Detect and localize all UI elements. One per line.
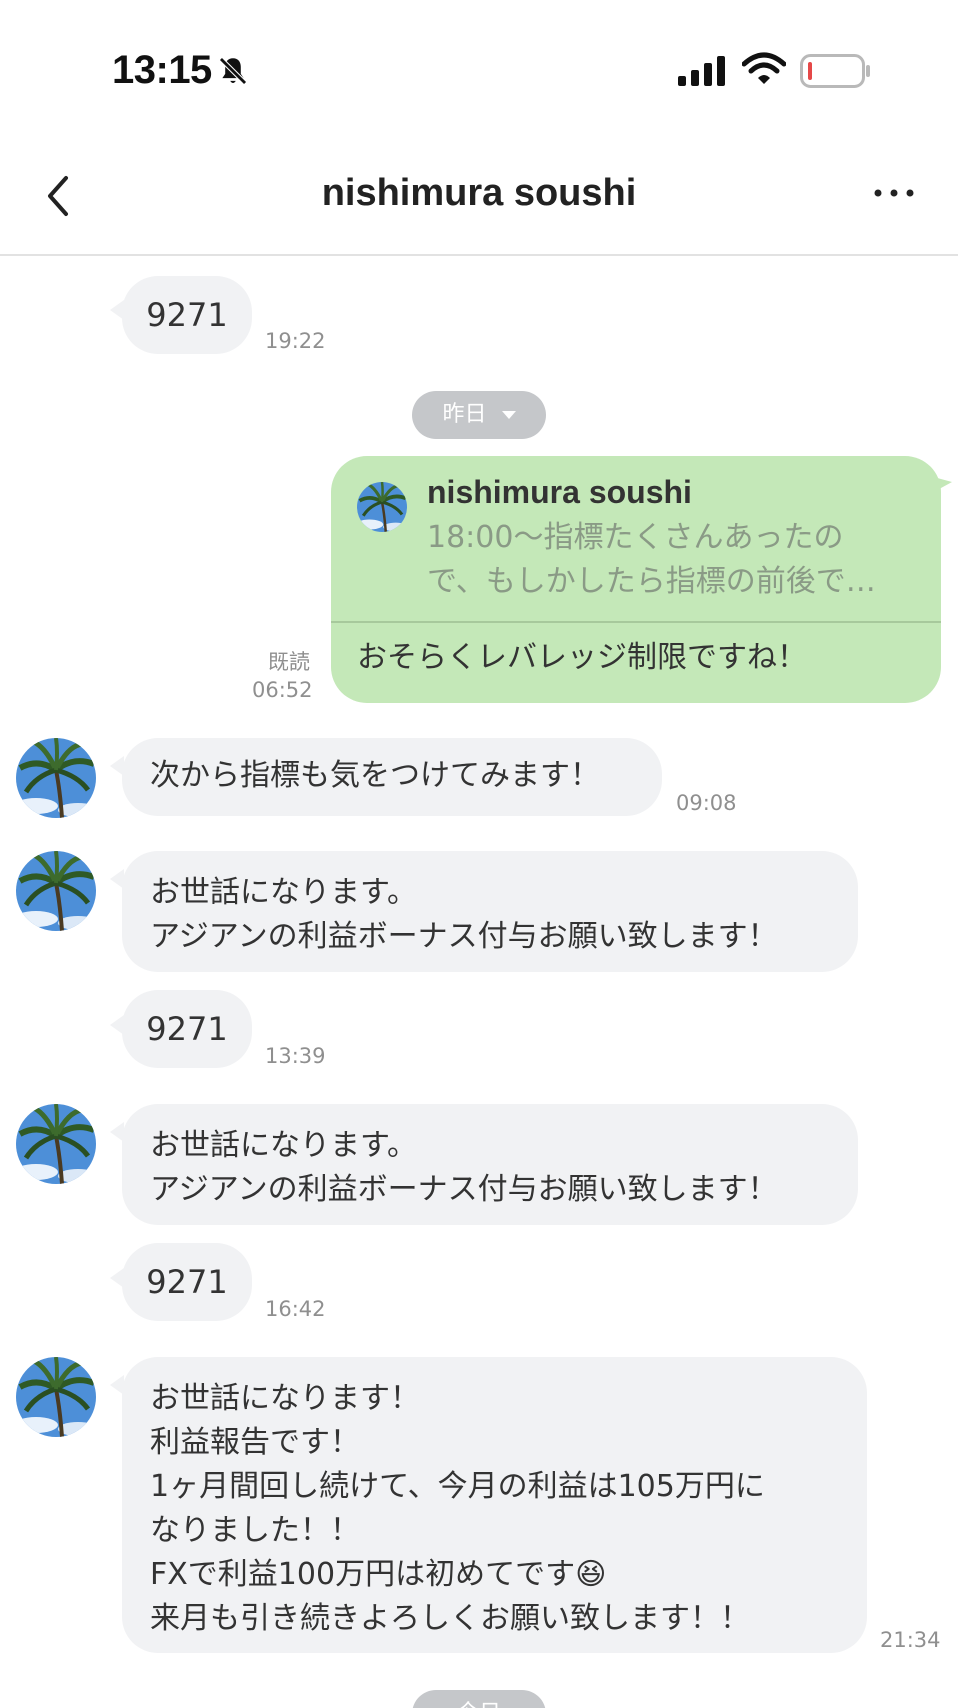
chat-title: nishimura soushi xyxy=(321,172,637,214)
message-time: 21:34 xyxy=(880,1628,941,1652)
message-bubble[interactable]: 9271 xyxy=(122,276,252,354)
battery-icon xyxy=(800,54,870,88)
message-time: 13:39 xyxy=(265,1044,326,1068)
reply-divider xyxy=(331,621,941,623)
status-bar: 13:15 xyxy=(0,0,958,140)
palm-tree-avatar xyxy=(357,482,407,532)
message-bubble[interactable]: お世話になります。 アジアンの利益ボーナス付与お願い致します！ xyxy=(122,1104,858,1225)
message-time: 19:22 xyxy=(265,329,326,353)
message-bubble[interactable]: 9271 xyxy=(122,1243,252,1321)
reply-sender-name: nishimura soushi xyxy=(427,474,692,510)
palm-tree-avatar[interactable] xyxy=(16,1357,96,1437)
status-time: 13:15 xyxy=(112,48,212,92)
message-bubble[interactable]: お世話になります。 アジアンの利益ボーナス付与お願い致します！ xyxy=(122,851,858,972)
reply-quote-text: 18:00〜指標たくさんあったの で、もしかしたら指標の前後で… xyxy=(427,520,876,599)
date-label: 今日 xyxy=(457,1701,501,1708)
more-dots-icon[interactable] xyxy=(870,178,918,208)
message-text: おそらくレバレッジ制限ですね！ xyxy=(357,640,807,675)
palm-tree-avatar[interactable] xyxy=(16,738,96,818)
date-separator[interactable]: 今日 xyxy=(412,1690,546,1708)
palm-tree-avatar[interactable] xyxy=(16,1104,96,1184)
message-time: 06:52 xyxy=(252,678,313,702)
chat-header: nishimura soushi xyxy=(0,140,958,256)
read-receipt: 既読 xyxy=(268,650,310,674)
wifi-icon xyxy=(742,52,786,84)
chevron-down-icon xyxy=(501,411,516,419)
signal-icon xyxy=(678,56,725,86)
date-separator[interactable]: 昨日 xyxy=(412,391,546,439)
message-bubble[interactable]: 次から指標も気をつけてみます！ xyxy=(122,738,662,816)
bell-off-icon xyxy=(219,57,247,85)
palm-tree-avatar[interactable] xyxy=(16,851,96,931)
message-time: 16:42 xyxy=(265,1297,326,1321)
date-label: 昨日 xyxy=(442,402,487,427)
message-bubble[interactable]: 9271 xyxy=(122,990,252,1068)
outgoing-message-bubble[interactable]: nishimura soushi 18:00〜指標たくさんあったの で、もしかし… xyxy=(331,456,941,703)
message-bubble[interactable]: お世話になります！ 利益報告です！ 1ヶ月間回し続けて、今月の利益は105万円に… xyxy=(122,1357,867,1653)
message-time: 09:08 xyxy=(676,791,737,815)
